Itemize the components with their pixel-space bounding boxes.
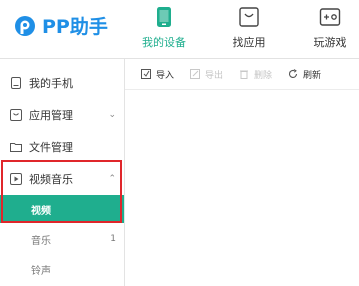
tab-find-apps-label: 找应用 (232, 36, 266, 49)
sidebar-subitem-label: 铃声 (31, 265, 51, 277)
tab-find-apps[interactable]: 找应用 (217, 4, 281, 50)
gamepad-icon (319, 8, 341, 26)
refresh-label: 刷新 (303, 70, 322, 81)
top-header: PP助手 我的设备 找应用 玩游戏 (0, 0, 359, 58)
refresh-icon (289, 69, 298, 78)
phone-outline-icon (10, 77, 22, 89)
pp-logo-icon (15, 15, 35, 36)
sidebar-item-label: 我的手机 (29, 77, 73, 90)
sidebar-subitem-label: 音乐 (31, 235, 51, 247)
app-logo: PP助手 (14, 12, 108, 39)
sidebar-item-label: 应用管理 (29, 109, 73, 122)
sidebar-item-label: 文件管理 (29, 141, 73, 154)
import-label: 导入 (156, 70, 175, 81)
bag-icon (239, 7, 259, 27)
tab-my-device-label: 我的设备 (142, 36, 186, 49)
trash-icon (240, 70, 249, 79)
tab-play-games-label: 玩游戏 (313, 36, 347, 49)
sidebar-item-my-phone[interactable]: 我的手机 (0, 67, 124, 99)
content-toolbar: 导入 导出 删除 刷新 (125, 59, 359, 90)
highlight-annotation-box (1, 160, 122, 223)
app-box-icon (10, 109, 22, 121)
tab-play-games[interactable]: 玩游戏 (298, 4, 359, 50)
app-logo-text: PP助手 (42, 16, 108, 38)
phone-icon (157, 7, 171, 27)
export-button[interactable]: 导出 (190, 68, 223, 81)
item-count-badge: 1 (110, 234, 116, 244)
sidebar-item-app-management[interactable]: 应用管理 ⌄ (0, 99, 124, 131)
delete-button[interactable]: 删除 (239, 68, 272, 81)
folder-icon (10, 141, 22, 153)
sidebar-item-file-management[interactable]: 文件管理 (0, 131, 124, 163)
tab-my-device[interactable]: 我的设备 (132, 4, 196, 50)
export-icon (190, 69, 201, 79)
delete-label: 删除 (254, 70, 273, 81)
sidebar-subitem-music[interactable]: 音乐 1 (0, 225, 124, 253)
import-button[interactable]: 导入 (141, 68, 174, 81)
sidebar-subitem-ringtone[interactable]: 铃声 (0, 255, 124, 283)
import-icon (141, 69, 151, 79)
refresh-button[interactable]: 刷新 (288, 68, 321, 81)
export-label: 导出 (205, 70, 224, 81)
chevron-down-icon[interactable]: ⌄ (108, 110, 116, 120)
